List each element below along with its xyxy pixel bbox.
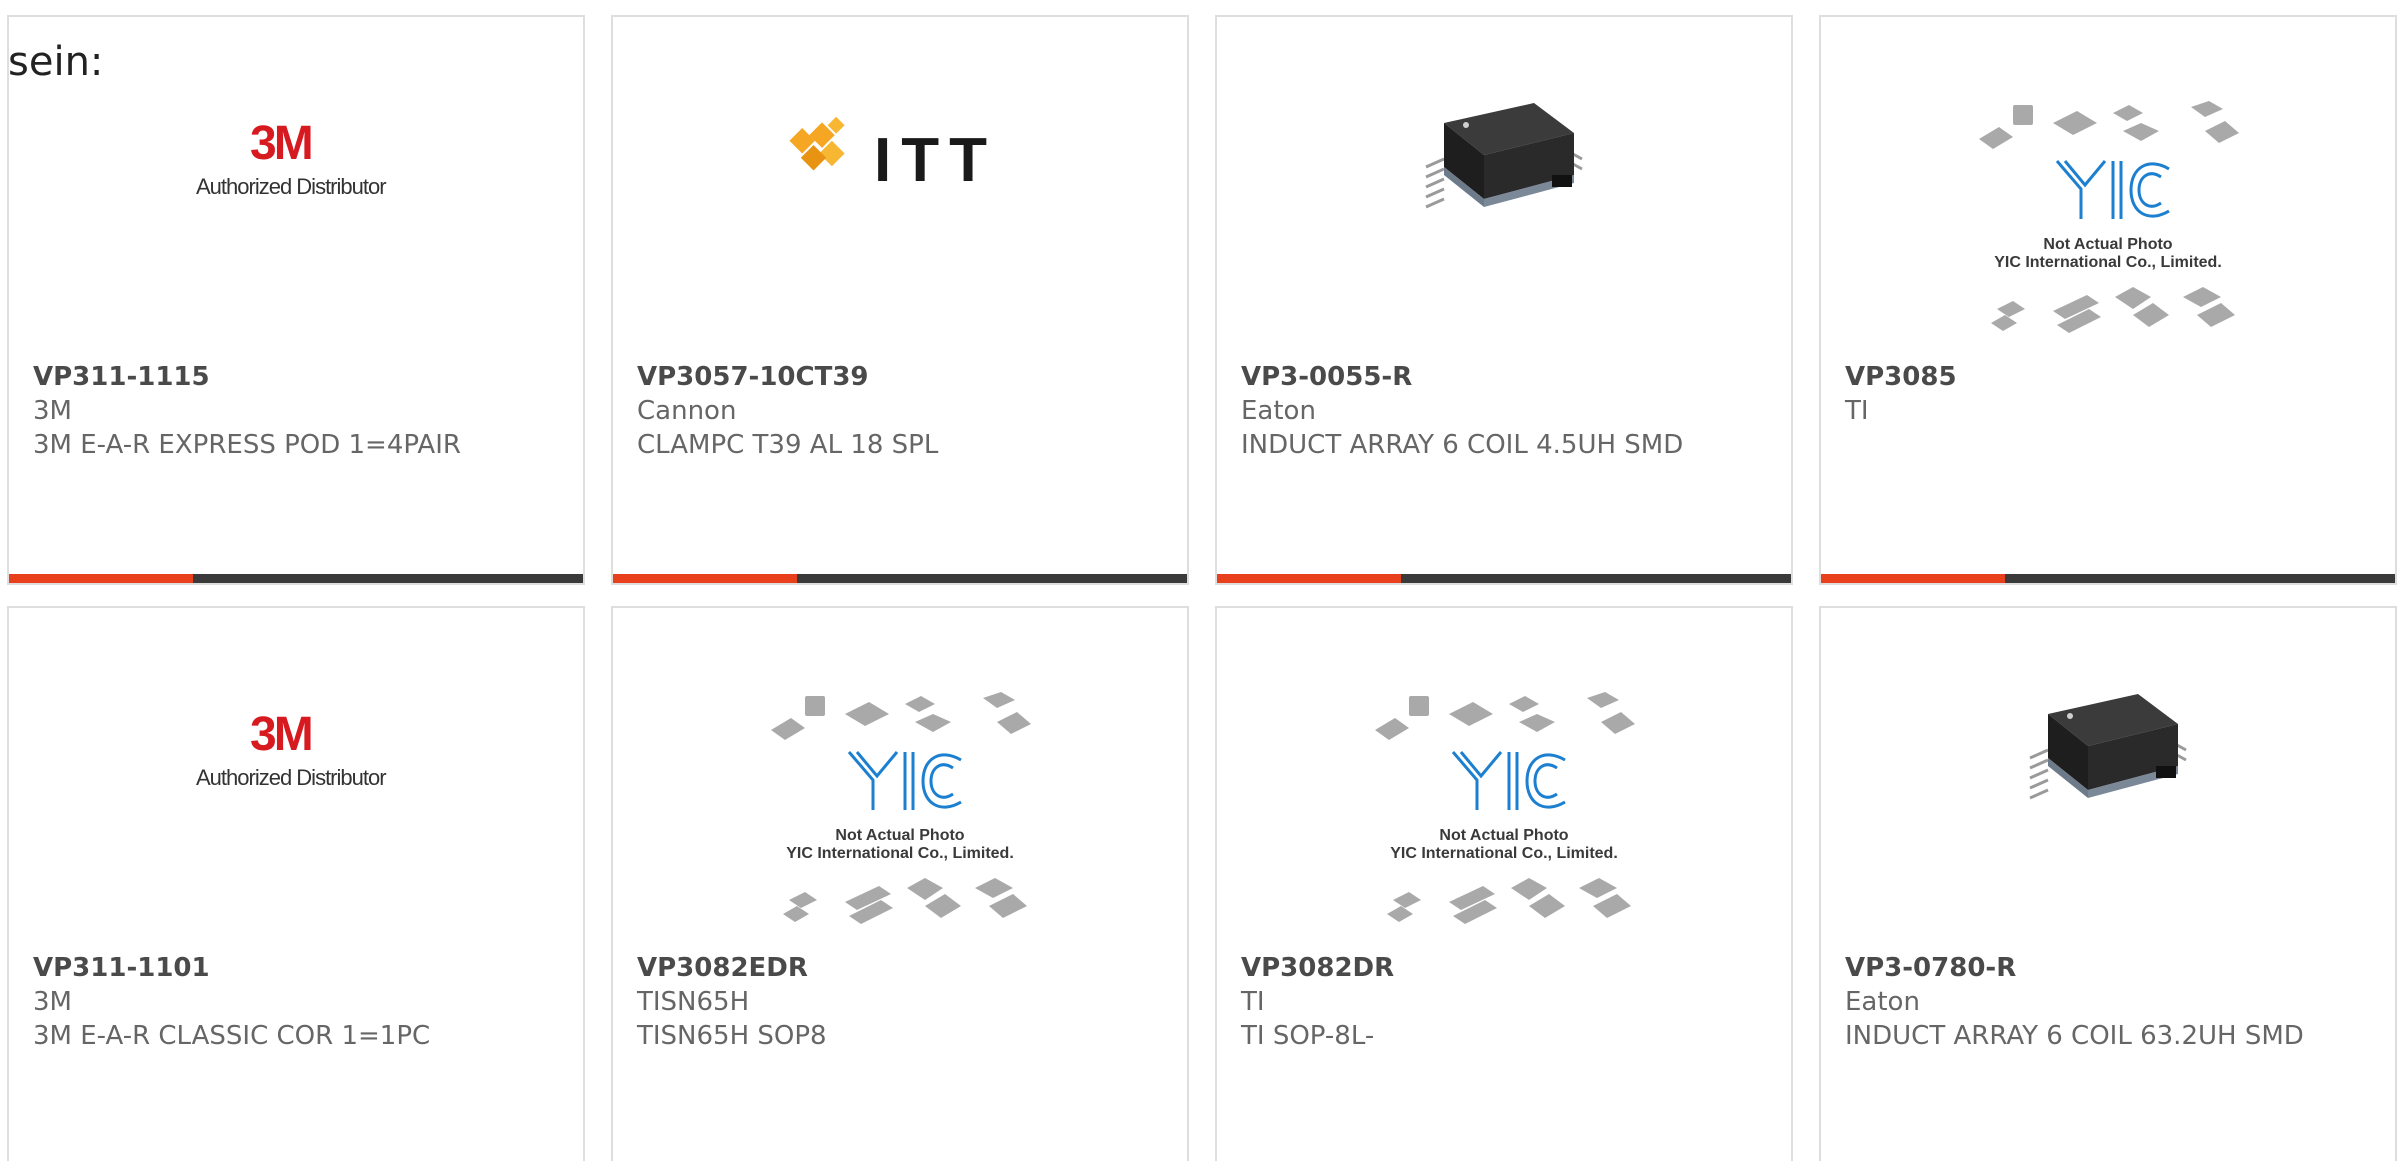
product-image-placeholder[interactable]: Not Actual Photo YIC International Co., … [613, 692, 1187, 952]
product-image-3m-logo[interactable]: 3M Authorized Distributor [9, 89, 583, 349]
manufacturer-label: Eaton [1241, 396, 1316, 426]
part-number-link[interactable]: VP3082EDR [637, 951, 808, 985]
yic-placeholder-icon: Not Actual Photo YIC International Co., … [771, 692, 1031, 924]
manufacturer-label: 3M [33, 396, 72, 426]
product-image-placeholder[interactable]: Not Actual Photo YIC International Co., … [1821, 101, 2395, 361]
product-card[interactable]: Not Actual Photo YIC International Co., … [1215, 606, 1793, 1161]
progress-bar [1821, 574, 2395, 583]
product-image-itt-logo[interactable]: ITT [613, 89, 1187, 349]
manufacturer-label: 3M [33, 987, 72, 1017]
svg-text:Not Actual Photo: Not Actual Photo [835, 827, 964, 844]
part-description: 3M E-A-R EXPRESS POD 1=4PAIR [33, 430, 461, 460]
part-number-link[interactable]: VP3085 [1845, 360, 1957, 394]
smd-inductor-icon [1425, 103, 1583, 209]
svg-text:YIC International Co., Limited: YIC International Co., Limited. [1390, 845, 1618, 862]
part-description: 3M E-A-R CLASSIC COR 1=1PC [33, 1021, 431, 1051]
part-description: INDUCT ARRAY 6 COIL 4.5UH SMD [1241, 430, 1684, 460]
progress-fill [1821, 574, 2005, 583]
progress-fill [9, 574, 193, 583]
manufacturer-label: TISN65H [637, 987, 750, 1017]
part-number-link[interactable]: VP311-1101 [33, 951, 210, 985]
progress-bar [9, 574, 583, 583]
manufacturer-label: TI [1845, 396, 1869, 426]
part-description: TI SOP-8L- [1241, 1021, 1375, 1051]
part-description: CLAMPC T39 AL 18 SPL [637, 430, 939, 460]
svg-text:3M: 3M [250, 708, 311, 761]
product-image-3m-logo[interactable]: 3M Authorized Distributor [9, 680, 583, 940]
manufacturer-label: Eaton [1845, 987, 1920, 1017]
part-number-link[interactable]: VP3057-10CT39 [637, 360, 869, 394]
yic-placeholder-icon: Not Actual Photo YIC International Co., … [1979, 101, 2239, 333]
product-card[interactable]: Not Actual Photo YIC International Co., … [1819, 15, 2397, 585]
svg-text:Authorized Distributor: Authorized Distributor [196, 765, 386, 790]
svg-text:YIC International Co., Limited: YIC International Co., Limited. [786, 845, 1014, 862]
progress-fill [1217, 574, 1401, 583]
product-image-placeholder[interactable]: Not Actual Photo YIC International Co., … [1217, 692, 1791, 952]
part-description: TISN65H SOP8 [637, 1021, 827, 1051]
product-card[interactable]: VP3-0055-R Eaton INDUCT ARRAY 6 COIL 4.5… [1215, 15, 1793, 585]
product-image-inductor[interactable] [1217, 89, 1791, 349]
part-number-link[interactable]: VP3-0055-R [1241, 360, 1412, 394]
3m-logo-icon: 3M Authorized Distributor [196, 708, 387, 790]
product-image-inductor[interactable] [1821, 680, 2395, 940]
svg-text:Not Actual Photo: Not Actual Photo [2043, 236, 2172, 253]
intro-text: sein: [8, 39, 104, 85]
progress-bar [613, 574, 1187, 583]
yic-placeholder-icon: Not Actual Photo YIC International Co., … [1375, 692, 1635, 924]
part-description: INDUCT ARRAY 6 COIL 63.2UH SMD [1845, 1021, 2304, 1051]
svg-text:ITT: ITT [874, 126, 997, 195]
progress-bar [1217, 574, 1791, 583]
svg-text:Authorized Distributor: Authorized Distributor [196, 174, 386, 199]
manufacturer-label: Cannon [637, 396, 737, 426]
product-card[interactable]: 3M Authorized Distributor VP311-1101 3M … [7, 606, 585, 1161]
product-card[interactable]: 3M Authorized Distributor VP311-1115 3M … [7, 15, 585, 585]
svg-text:3M: 3M [250, 117, 311, 170]
itt-logo-icon: ITT [789, 116, 997, 195]
product-card[interactable]: Not Actual Photo YIC International Co., … [611, 606, 1189, 1161]
part-number-link[interactable]: VP3082DR [1241, 951, 1394, 985]
svg-text:Not Actual Photo: Not Actual Photo [1439, 827, 1568, 844]
svg-text:YIC International Co., Limited: YIC International Co., Limited. [1994, 254, 2222, 271]
product-card[interactable]: VP3-0780-R Eaton INDUCT ARRAY 6 COIL 63.… [1819, 606, 2397, 1161]
progress-fill [613, 574, 797, 583]
product-card[interactable]: ITT VP3057-10CT39 Cannon CLAMPC T39 AL 1… [611, 15, 1189, 585]
part-number-link[interactable]: VP311-1115 [33, 360, 210, 394]
3m-logo-icon: 3M Authorized Distributor [196, 117, 387, 199]
part-number-link[interactable]: VP3-0780-R [1845, 951, 2016, 985]
manufacturer-label: TI [1241, 987, 1265, 1017]
product-grid-page: sein: 3M Authorized Distributor VP311-11… [0, 0, 2400, 1161]
smd-inductor-icon [2029, 694, 2187, 800]
